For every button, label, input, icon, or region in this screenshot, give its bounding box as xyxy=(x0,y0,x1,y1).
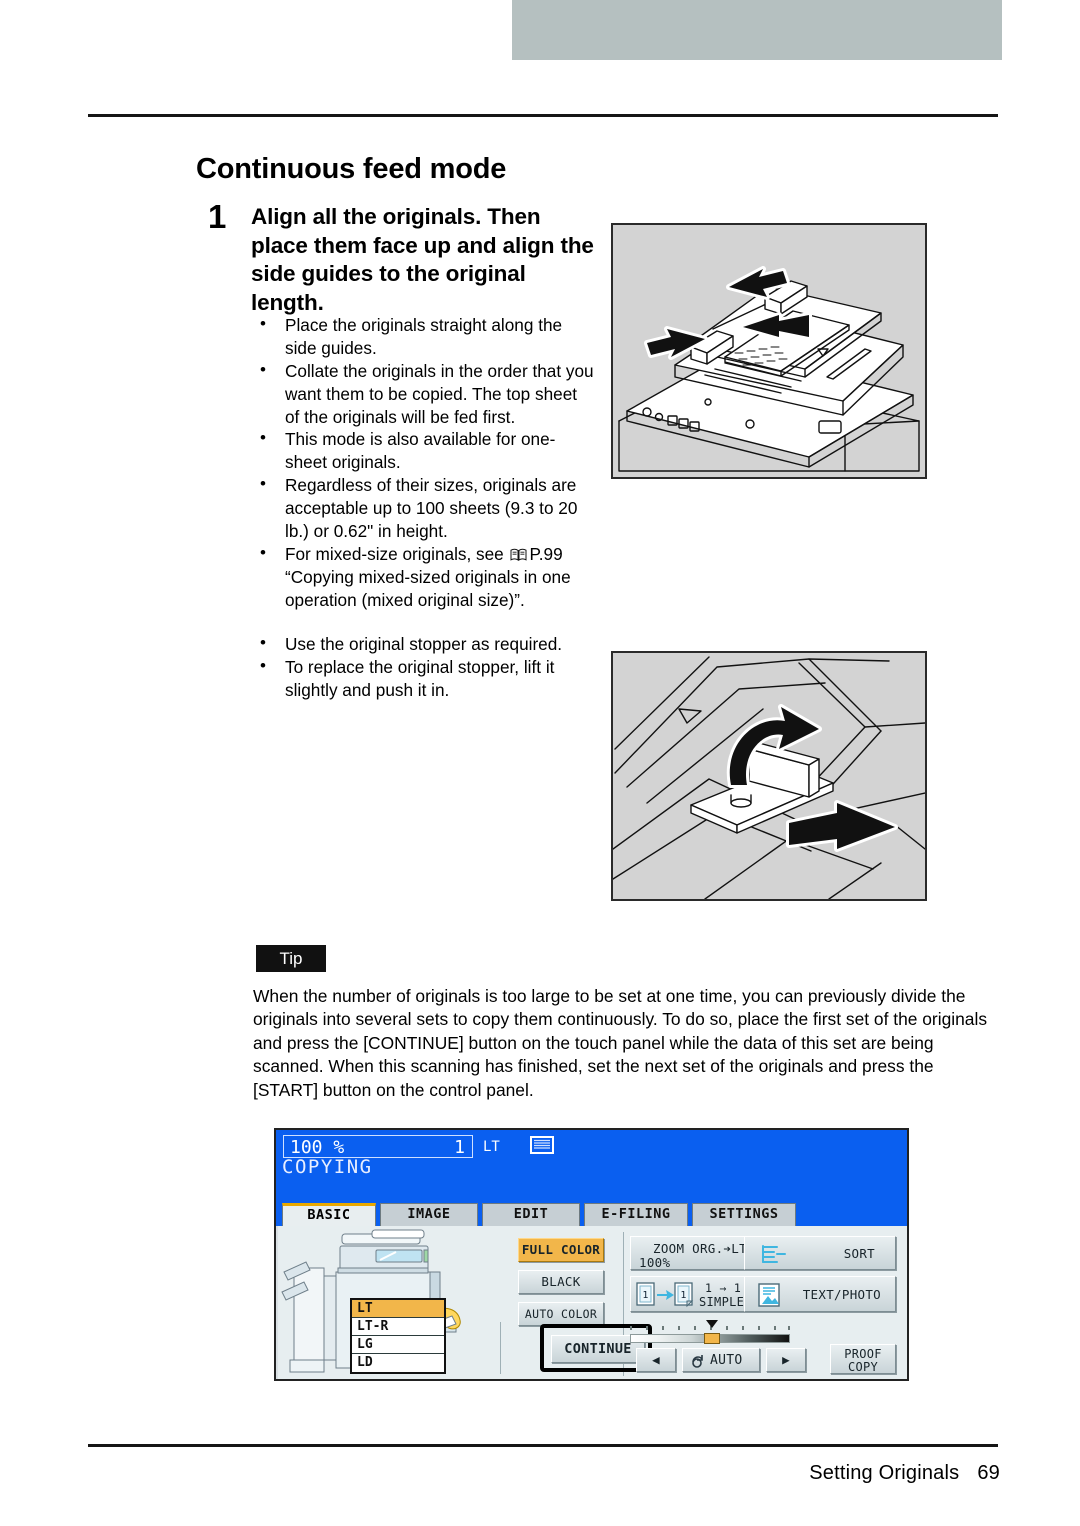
illustration-original-stopper xyxy=(611,651,927,901)
page-footer: Setting Originals 69 xyxy=(809,1462,1000,1485)
step-number: 1 xyxy=(208,198,227,235)
finishing-sort-button[interactable]: SORT xyxy=(744,1236,896,1270)
footer-divider-rule xyxy=(88,1444,998,1447)
list-item: For mixed-size originals, see P.99 “Copy… xyxy=(255,542,595,612)
proof-copy-button[interactable]: PROOF COPY xyxy=(830,1344,896,1374)
paper-source-lg[interactable]: LG xyxy=(352,1336,444,1354)
paper-source-ld[interactable]: LD xyxy=(352,1354,444,1372)
auto-density-icon xyxy=(690,1353,706,1372)
list-item: Use the original stopper as required. xyxy=(255,632,595,656)
tip-body-text: When the number of originals is too larg… xyxy=(253,986,988,1100)
footer-section-label: Setting Originals xyxy=(809,1462,960,1484)
svg-text:1: 1 xyxy=(642,1290,648,1301)
sort-button-label: SORT xyxy=(843,1246,875,1261)
tab-e-filing[interactable]: E-FILING xyxy=(584,1203,688,1226)
density-increase-button[interactable]: ▶ xyxy=(766,1348,806,1372)
step-bullet-list: Place the originals straight along the s… xyxy=(255,313,595,702)
simplex-line1: 1 → 1 xyxy=(705,1281,742,1295)
list-item: This mode is also available for one-shee… xyxy=(255,427,595,474)
panel-basic-page: LT LT-R LG LD FULL COLOR BLACK AUTO COLO… xyxy=(278,1226,907,1379)
tab-edit[interactable]: EDIT xyxy=(482,1203,580,1226)
svg-text:1: 1 xyxy=(680,1290,686,1301)
original-mode-button[interactable]: TEXT/PHOTO xyxy=(744,1276,896,1312)
sort-icon xyxy=(759,1243,789,1268)
auto-density-label: AUTO xyxy=(710,1353,743,1368)
copier-touch-panel[interactable]: 100 % 1 LT COPYING BASIC IMAGE EDIT E-FI… xyxy=(274,1128,909,1381)
tab-settings[interactable]: SETTINGS xyxy=(692,1203,796,1226)
panel-status-header: 100 % 1 LT COPYING xyxy=(276,1130,907,1202)
page-header-band xyxy=(512,0,1002,60)
zoom-button-line2: 100% xyxy=(639,1255,671,1270)
density-knob[interactable] xyxy=(704,1333,720,1344)
panel-tab-bar[interactable]: BASIC IMAGE EDIT E-FILING SETTINGS xyxy=(276,1202,907,1226)
color-mode-black-button[interactable]: BLACK xyxy=(518,1270,604,1294)
zoom-ratio-value: 100 % xyxy=(290,1137,345,1158)
page-title: Continuous feed mode xyxy=(196,153,507,186)
zoom-button-line1: ZOOM ORG.➔LT xyxy=(653,1241,747,1256)
illustration-document-feeder xyxy=(611,223,927,479)
list-item: Place the originals straight along the s… xyxy=(255,313,595,360)
list-item: To replace the original stopper, lift it… xyxy=(255,655,595,702)
list-item: Regardless of their sizes, originals are… xyxy=(255,473,595,543)
column-divider-left xyxy=(623,1232,624,1328)
panel-state-text: COPYING xyxy=(282,1156,373,1178)
text-photo-icon xyxy=(757,1282,781,1311)
header-divider-rule xyxy=(88,114,998,117)
tab-image[interactable]: IMAGE xyxy=(380,1203,478,1226)
step-title: Align all the originals. Then place them… xyxy=(251,204,594,315)
density-pointer-icon xyxy=(706,1320,718,1328)
text-photo-label: TEXT/PHOTO xyxy=(802,1287,881,1302)
list-item: Collate the originals in the order that … xyxy=(255,359,595,429)
simplex-pages-icon: 1 1 xyxy=(635,1280,697,1311)
paper-source-list[interactable]: LT LT-R LG LD xyxy=(350,1298,446,1374)
color-mode-full-color-button[interactable]: FULL COLOR xyxy=(518,1238,604,1262)
density-auto-button[interactable]: AUTO xyxy=(682,1348,760,1372)
paper-source-lt-r[interactable]: LT-R xyxy=(352,1318,444,1336)
paper-source-lt[interactable]: LT xyxy=(352,1300,444,1318)
tab-basic[interactable]: BASIC xyxy=(282,1203,376,1226)
proof-copy-line1: PROOF xyxy=(844,1347,882,1361)
density-decrease-button[interactable]: ◀ xyxy=(636,1348,676,1372)
tip-badge: Tip xyxy=(256,945,326,972)
color-mode-auto-color-button[interactable]: AUTO COLOR xyxy=(518,1302,604,1326)
footer-page-number: 69 xyxy=(977,1462,1000,1484)
paper-tray-status-icon xyxy=(530,1136,554,1158)
current-paper-size-label: LT xyxy=(483,1139,500,1155)
copy-count-value: 1 xyxy=(454,1137,465,1158)
column-divider-continue xyxy=(500,1322,501,1374)
proof-copy-line2: COPY xyxy=(847,1360,879,1374)
book-reference-icon xyxy=(510,544,527,561)
zoom-copies-box: 100 % 1 xyxy=(283,1135,473,1158)
